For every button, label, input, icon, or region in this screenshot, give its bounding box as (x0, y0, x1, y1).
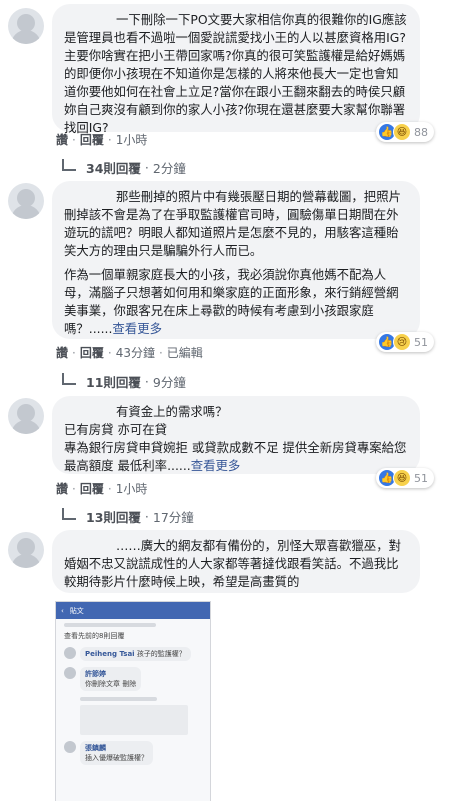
timestamp[interactable]: 1小時 (116, 133, 148, 147)
avatar[interactable] (8, 398, 44, 434)
comment-text: 一下刪除一下PO文要大家相信你真的很難你的IG應該是管理員也看不過啦一個愛說謊愛… (64, 12, 407, 135)
reaction-count: 88 (414, 125, 428, 139)
reaction-summary[interactable]: 👍 😆 51 (376, 468, 434, 488)
photo-comment: 許節婷你刪除文章 刪除 (64, 667, 202, 691)
comment-text: 那些刪掉的照片中有幾張壓日期的營幕截圖，把照片刪掉該不會是為了在爭取監護權官司時… (64, 189, 401, 258)
reaction-count: 51 (414, 335, 428, 349)
comment-text: ……廣大的網友都有備份的，別怪大眾喜歡獵巫，對婚姻不忠又說謊成性的人大家都等著撻… (64, 538, 401, 589)
timestamp[interactable]: 43分鐘 (116, 346, 155, 360)
photo-comment-name: 張鎮麟 (85, 744, 106, 752)
see-more-link[interactable]: 查看更多 (112, 321, 162, 336)
photo-header-title: 貼文 (69, 606, 84, 615)
haha-icon: 😆 (393, 123, 411, 141)
reaction-count: 51 (414, 471, 428, 485)
photo-comment-name: 許節婷 (85, 670, 106, 678)
avatar (64, 741, 76, 753)
like-link[interactable]: 讚 (56, 346, 68, 360)
reply-arrow-icon (62, 372, 76, 385)
comment-actions: 讚 · 回覆 · 1小時 (56, 482, 148, 496)
photo-header: ‹ 貼文 (56, 602, 210, 619)
back-arrow-icon: ‹ (61, 606, 64, 615)
photo-comment-name: Peiheng Tsai (85, 650, 135, 658)
comment-bubble: 一下刪除一下PO文要大家相信你真的很難你的IG應該是管理員也看不過啦一個愛說謊愛… (52, 4, 420, 135)
replies-time: 9分鐘 (152, 375, 186, 390)
view-replies[interactable]: 34則回覆 · 2分鐘 (62, 158, 186, 177)
reply-arrow-icon (62, 158, 76, 171)
photo-previous: 查看先前的8則回覆 (64, 632, 125, 640)
comment-bubble: ……廣大的網友都有備份的，別怪大眾喜歡獵巫，對婚姻不忠又說謊成性的人大家都等著撻… (52, 530, 420, 593)
photo-thumbnail (80, 705, 188, 735)
avatar[interactable] (8, 532, 44, 568)
reply-link[interactable]: 回覆 (80, 133, 104, 147)
haha-icon: 😆 (393, 469, 411, 487)
reply-link[interactable]: 回覆 (80, 482, 104, 496)
comment-text: 已有房貸 亦可在貸 (64, 422, 168, 437)
reply-arrow-icon (62, 507, 76, 520)
photo-comment: Peiheng Tsai 孩子的監護權？ (64, 647, 202, 661)
avatar[interactable] (8, 8, 44, 44)
reaction-summary[interactable]: 👍 😆 88 (376, 122, 434, 142)
photo-text-line (80, 697, 157, 701)
photo-comment-text: 你刪除文章 刪除 (85, 680, 137, 688)
photo-comment-text: 插入優爆破監護權？ (85, 754, 148, 762)
avatar (64, 647, 76, 659)
see-more-link[interactable]: 查看更多 (191, 458, 241, 473)
replies-count[interactable]: 34則回覆 (86, 158, 141, 177)
comment-bubble: 那些刪掉的照片中有幾張壓日期的營幕截圖，把照片刪掉該不會是為了在爭取監護權官司時… (52, 181, 420, 339)
photo-comment: 張鎮麟插入優爆破監護權？ (64, 741, 202, 765)
view-replies[interactable]: 13則回覆 · 17分鐘 (62, 507, 194, 526)
timestamp[interactable]: 1小時 (116, 482, 148, 496)
avatar[interactable] (8, 183, 44, 219)
edited-label[interactable]: 已編輯 (167, 346, 203, 360)
sad-icon: 😢 (393, 333, 411, 351)
replies-count[interactable]: 11則回覆 (86, 372, 141, 391)
comment-text: 有資金上的需求嗎？ (116, 404, 228, 419)
comment-actions: 讚 · 回覆 · 1小時 (56, 133, 148, 147)
reaction-summary[interactable]: 👍 😢 51 (376, 332, 434, 352)
view-replies[interactable]: 11則回覆 · 9分鐘 (62, 372, 186, 391)
comment-actions: 讚 · 回覆 · 43分鐘 · 已編輯 (56, 346, 203, 360)
reply-link[interactable]: 回覆 (80, 346, 104, 360)
photo-text-line (64, 623, 157, 627)
replies-time: 17分鐘 (152, 510, 194, 525)
comment-bubble: 有資金上的需求嗎？ 已有房貸 亦可在貸 專為銀行房貸申貸婉拒 或貸款成數不足 提… (52, 396, 420, 474)
photo-comment-text: 孩子的監護權？ (136, 650, 186, 658)
like-link[interactable]: 讚 (56, 482, 68, 496)
replies-time: 2分鐘 (152, 161, 186, 176)
like-link[interactable]: 讚 (56, 133, 68, 147)
replies-count[interactable]: 13則回覆 (86, 507, 141, 526)
attached-photo[interactable]: ‹ 貼文 查看先前的8則回覆 Peiheng Tsai 孩子的監護權？ 許節婷你… (55, 601, 211, 801)
avatar (64, 667, 76, 679)
